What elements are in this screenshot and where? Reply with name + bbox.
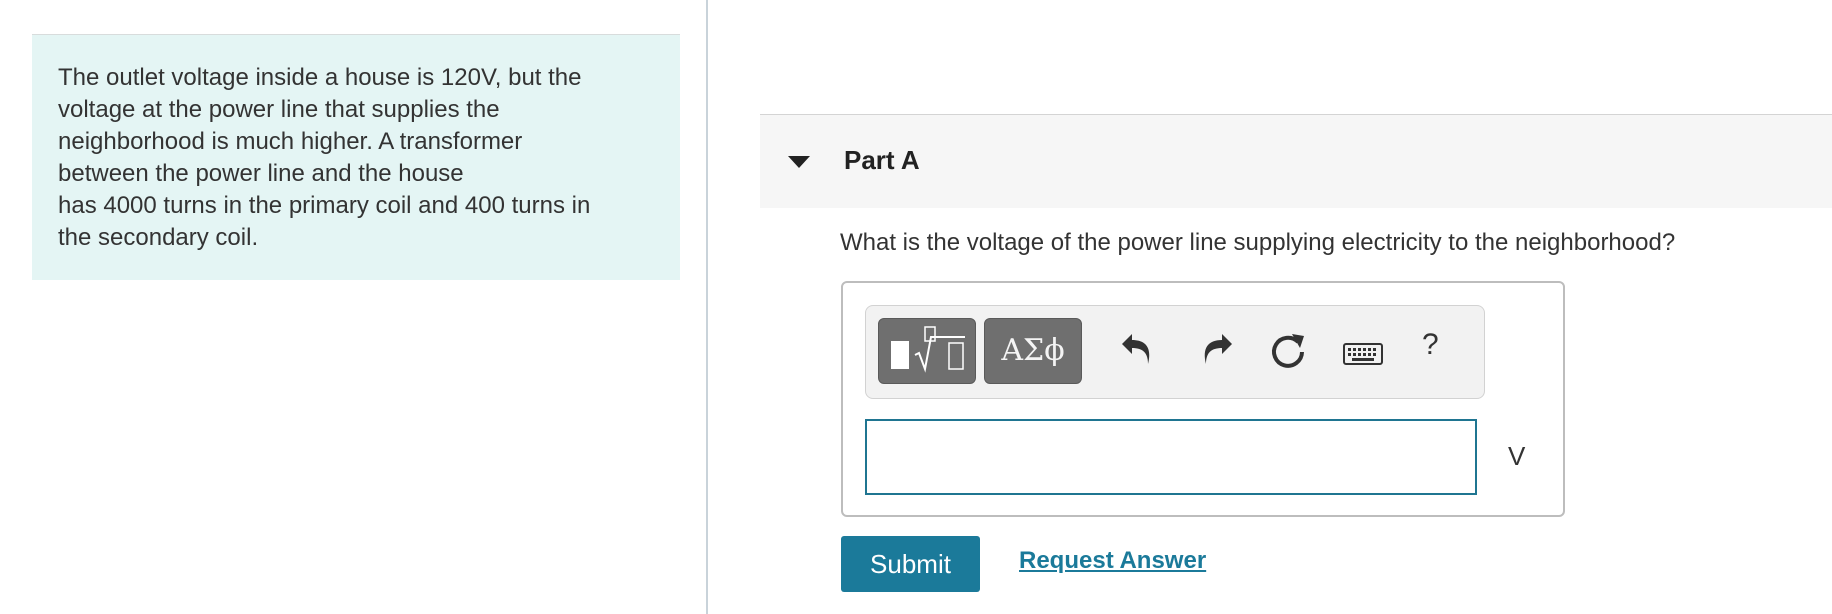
redo-button[interactable] [1186,324,1242,380]
reset-button[interactable] [1260,324,1316,380]
collapse-caret-icon[interactable] [788,156,810,168]
request-answer-link[interactable]: Request Answer [1019,547,1206,575]
unit-label: V [1508,441,1526,471]
reset-icon [1272,334,1304,368]
column-divider [706,0,708,614]
redo-icon [1204,334,1232,364]
templates-button[interactable] [878,318,976,384]
answer-input[interactable] [865,419,1477,495]
problem-column: The outlet voltage inside a house is 120… [0,0,706,614]
question-text: What is the voltage of the power line su… [840,229,1676,256]
part-title: Part A [844,145,920,175]
math-toolbar: ΑΣϕ ? [865,305,1485,399]
keyboard-icon [1343,343,1383,365]
part-header[interactable]: Part A [760,114,1832,208]
help-button[interactable]: ? [1422,328,1439,362]
submit-button[interactable]: Submit [841,536,980,592]
answer-panel: ΑΣϕ ? V [841,281,1565,517]
greek-symbols-label: ΑΣϕ [1001,333,1065,368]
keyboard-button[interactable] [1334,324,1390,380]
undo-icon [1122,334,1150,364]
problem-statement: The outlet voltage inside a house is 120… [32,35,680,280]
greek-symbols-button[interactable]: ΑΣϕ [984,318,1082,384]
sqrt-template-icon [891,326,965,373]
undo-button[interactable] [1112,324,1168,380]
